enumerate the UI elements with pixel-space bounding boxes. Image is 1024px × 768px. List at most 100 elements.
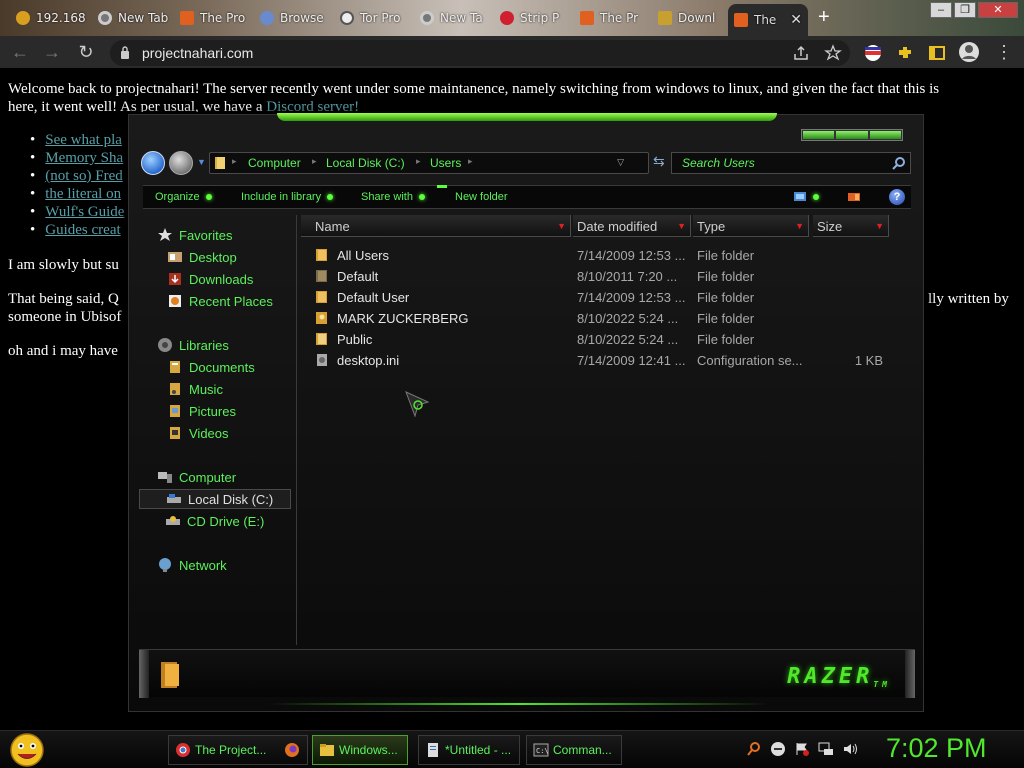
minus-circle-icon[interactable]: [770, 741, 786, 757]
sidebar-icon[interactable]: [928, 44, 946, 62]
nav-favorites[interactable]: Favorites: [157, 225, 232, 245]
browser-tab[interactable]: 192.168: [10, 4, 90, 32]
refresh-icon[interactable]: ⇆: [653, 153, 665, 170]
preview-pane-icon[interactable]: [847, 191, 861, 203]
browser-tab-active[interactable]: The ✕: [728, 4, 808, 36]
taskbar-button-firefox[interactable]: [276, 735, 308, 765]
profile-avatar-icon[interactable]: [958, 41, 980, 63]
page-link[interactable]: Memory Sha: [45, 150, 123, 166]
forward-arrow-icon[interactable]: [169, 151, 193, 175]
table-row[interactable]: All Users 7/14/2009 12:53 ... File folde…: [301, 245, 917, 266]
list-item: Guides creat: [30, 221, 124, 239]
share-icon[interactable]: [792, 44, 810, 62]
volume-icon[interactable]: [842, 741, 858, 757]
sort-dropdown-icon[interactable]: ▼: [677, 221, 686, 231]
url-text: projectnahari.com: [142, 45, 254, 61]
forward-arrow-icon[interactable]: →: [42, 42, 62, 62]
nav-documents[interactable]: Documents: [167, 357, 255, 377]
close-button[interactable]: [869, 131, 901, 139]
nav-local-disk-selected[interactable]: Local Disk (C:): [139, 489, 291, 509]
page-link[interactable]: Wulf's Guide: [45, 204, 124, 220]
nav-videos[interactable]: Videos: [167, 423, 229, 443]
minimize-button[interactable]: [803, 131, 835, 139]
browser-tab[interactable]: Strip P: [494, 4, 574, 32]
address-bar[interactable]: projectnahari.com: [110, 40, 850, 66]
search-icon[interactable]: [892, 156, 906, 170]
close-icon[interactable]: ✕: [790, 12, 802, 28]
page-link[interactable]: See what pla: [45, 132, 122, 148]
back-arrow-icon[interactable]: [141, 151, 165, 175]
search-icon[interactable]: [746, 741, 762, 757]
nav-network[interactable]: Network: [157, 555, 227, 575]
nav-pictures[interactable]: Pictures: [167, 401, 236, 421]
nav-computer[interactable]: Computer: [157, 467, 236, 487]
browser-tab[interactable]: Downl: [652, 4, 732, 32]
column-header-size[interactable]: Size ▼: [813, 215, 889, 237]
taskbar-button-explorer[interactable]: Windows...: [312, 735, 408, 765]
nav-desktop[interactable]: Desktop: [167, 247, 237, 267]
taskbar-button-notepad[interactable]: *Untitled - ...: [418, 735, 520, 765]
column-header-date[interactable]: Date modified ▼: [573, 215, 691, 237]
page-link[interactable]: (not so) Fred: [45, 168, 123, 184]
browser-tab[interactable]: Tor Pro: [334, 4, 414, 32]
sort-dropdown-icon[interactable]: ▼: [875, 221, 884, 231]
breadcrumb-separator[interactable]: ▸: [468, 156, 473, 167]
address-dropdown-icon[interactable]: ▽: [617, 157, 624, 168]
breadcrumb-separator[interactable]: ▸: [416, 156, 421, 167]
nav-music[interactable]: Music: [167, 379, 223, 399]
browser-tab[interactable]: New Ta: [414, 4, 494, 32]
table-row[interactable]: Default User 7/14/2009 12:53 ... File fo…: [301, 287, 917, 308]
maximize-button[interactable]: ❐: [954, 2, 976, 18]
details-edge-right: [905, 650, 915, 698]
globe-icon: [260, 11, 274, 25]
browser-tab[interactable]: The Pro: [174, 4, 254, 32]
extension-flag-icon[interactable]: [864, 44, 882, 62]
include-in-library-button[interactable]: Include in library: [241, 191, 334, 203]
action-center-flag-icon[interactable]: [794, 741, 810, 757]
paragraph: someone in Ubisof: [8, 309, 122, 325]
maximize-button[interactable]: [836, 131, 868, 139]
back-arrow-icon[interactable]: ←: [10, 42, 30, 62]
start-button-icon[interactable]: [8, 732, 46, 768]
breadcrumb-local-disk[interactable]: Local Disk (C:): [326, 156, 405, 170]
breadcrumb-computer[interactable]: Computer: [248, 156, 301, 170]
minimize-button[interactable]: –: [930, 2, 952, 18]
search-input[interactable]: Search Users: [671, 152, 911, 174]
network-icon[interactable]: [818, 741, 834, 757]
menu-kebab-icon[interactable]: ⋮: [994, 42, 1014, 62]
clock[interactable]: 7:02 PM: [886, 733, 987, 764]
table-row[interactable]: MARK ZUCKERBERG 8/10/2022 5:24 ... File …: [301, 308, 917, 329]
breadcrumb-separator[interactable]: ▸: [232, 156, 237, 167]
share-with-button[interactable]: Share with: [361, 191, 425, 203]
sort-dropdown-icon[interactable]: ▼: [557, 221, 566, 231]
table-row[interactable]: desktop.ini 7/14/2009 12:41 ... Configur…: [301, 350, 917, 371]
view-options-icon[interactable]: [793, 191, 807, 203]
close-window-button[interactable]: ✕: [978, 2, 1018, 18]
breadcrumb-separator[interactable]: ▸: [312, 156, 317, 167]
table-row[interactable]: Public 8/10/2022 5:24 ... File folder: [301, 329, 917, 350]
history-dropdown-icon[interactable]: ▼: [197, 157, 206, 167]
column-header-name[interactable]: Name ▼: [301, 215, 571, 237]
page-link[interactable]: the literal on: [45, 186, 121, 202]
taskbar-button-cmd[interactable]: C:\ Comman...: [526, 735, 622, 765]
organize-button[interactable]: Organize: [155, 191, 212, 203]
nav-recent-places[interactable]: Recent Places: [167, 291, 273, 311]
browser-tab[interactable]: Browse: [254, 4, 334, 32]
nav-cd-drive[interactable]: CD Drive (E:): [165, 511, 264, 531]
nav-libraries[interactable]: Libraries: [157, 335, 229, 355]
table-row[interactable]: Default 8/10/2011 7:20 ... File folder: [301, 266, 917, 287]
column-header-type[interactable]: Type ▼: [693, 215, 809, 237]
page-link[interactable]: Guides creat: [45, 222, 120, 238]
star-icon[interactable]: [824, 44, 842, 62]
new-folder-button[interactable]: New folder: [455, 191, 508, 203]
browser-tab[interactable]: The Pr: [574, 4, 654, 32]
breadcrumb[interactable]: ▸ Computer ▸ Local Disk (C:) ▸ Users ▸ ▽: [209, 152, 649, 174]
breadcrumb-users[interactable]: Users: [430, 156, 461, 170]
browser-tab[interactable]: New Tab: [92, 4, 172, 32]
new-tab-button[interactable]: +: [818, 6, 838, 28]
reload-icon[interactable]: ↻: [76, 42, 96, 62]
help-icon[interactable]: ?: [889, 189, 905, 205]
sort-dropdown-icon[interactable]: ▼: [795, 221, 804, 231]
nav-downloads[interactable]: Downloads: [167, 269, 253, 289]
puzzle-icon[interactable]: [896, 44, 914, 62]
